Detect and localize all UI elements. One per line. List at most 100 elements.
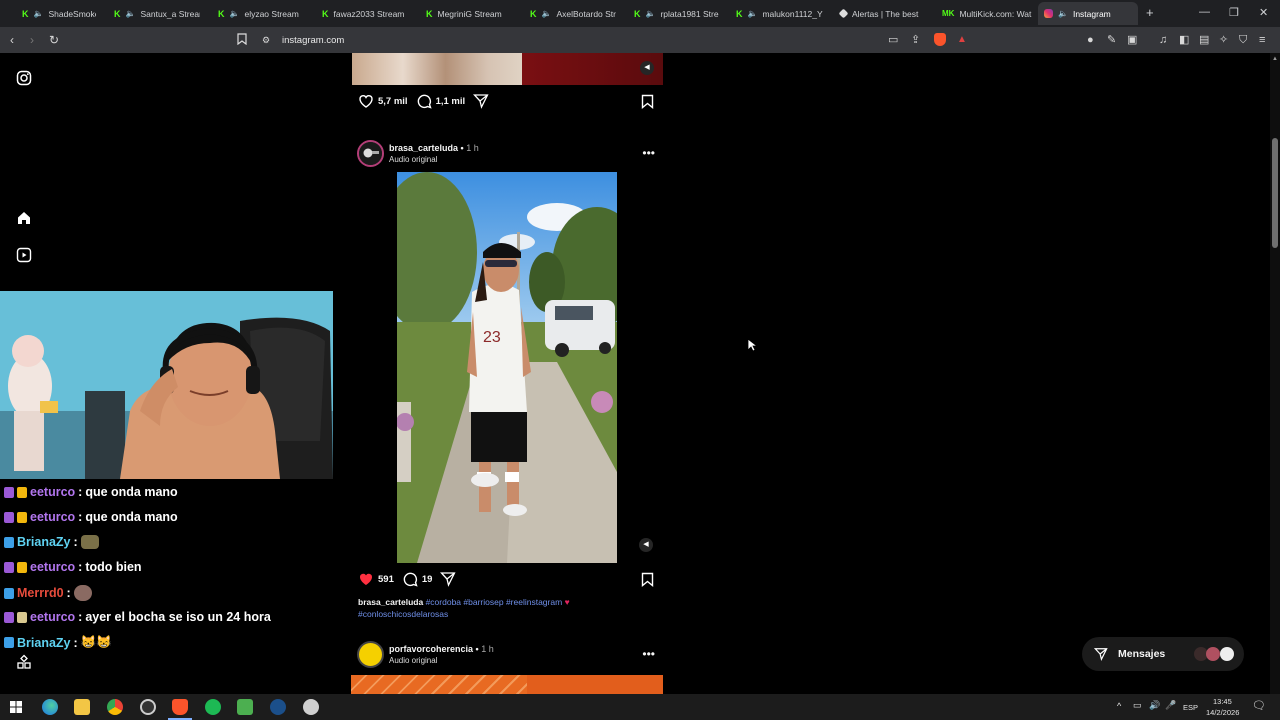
leo-ai-icon[interactable]: ✧ [1219,33,1228,47]
vpn-icon[interactable]: ⛉ [1239,33,1247,47]
chrome-icon[interactable] [107,699,123,715]
volume-icon[interactable]: 🔊 [1149,700,1160,711]
messages-button[interactable]: Mensajes [1082,637,1244,671]
clock-time[interactable]: 13:45 [1213,697,1232,706]
bookmark-page-icon[interactable] [237,33,247,48]
extensions-icon[interactable]: ✎ [1107,33,1116,47]
kick-icon: K [634,8,641,19]
browser-tab[interactable]: Kfawaz2033 Stream [316,2,408,25]
close-window-button[interactable]: ✕ [1259,6,1268,19]
more-options-icon[interactable]: ••• [642,647,655,661]
chat-username: BrianaZy [17,535,71,549]
save-icon[interactable] [640,94,655,109]
reel-video[interactable]: 23 ◀ [351,172,663,563]
like-icon[interactable] [358,93,374,109]
site-info-icon[interactable]: ⚙ [262,33,270,47]
brave-icon[interactable] [172,699,188,715]
kick-icon: K [426,8,433,19]
address-bar[interactable]: instagram.com [282,35,344,46]
like-count[interactable]: 5,7 mil [378,96,408,107]
liked-heart-icon[interactable] [358,571,374,587]
media-icon[interactable]: ♫ [1159,33,1167,47]
post-audio[interactable]: Audio original [389,155,437,164]
post-username[interactable]: porfavorcoherencia [389,644,473,654]
cast-icon[interactable]: ▭ [888,33,898,47]
svg-text:23: 23 [483,329,501,346]
language-indicator[interactable]: ESP [1183,703,1198,712]
browser-tab[interactable]: MK MultiKick.com: Wat [936,2,1034,25]
hashtag[interactable]: #barriosep [463,597,503,607]
browser-tab[interactable]: K 🔈 rplata1981 Stre [628,2,722,25]
spreadsheet-icon[interactable] [237,699,253,715]
like-count[interactable]: 591 [378,574,394,585]
browser-tab[interactable]: K 🔈 AxelBotardo Str [524,2,616,25]
post-username[interactable]: brasa_carteluda [389,143,458,153]
forward-icon[interactable]: › [30,33,34,47]
prime-badge-icon [4,587,14,599]
obs-icon[interactable] [303,699,319,715]
audio-icon[interactable]: ◀ [640,61,654,75]
screenshot-icon[interactable]: ▣ [1127,33,1137,47]
more-options-icon[interactable]: ••• [642,146,655,160]
notifications-icon[interactable]: 🗨 [1252,699,1266,712]
file-explorer-icon[interactable] [74,699,90,715]
extension-color-icon[interactable]: ● [1087,33,1094,47]
minimize-button[interactable]: — [1199,6,1210,18]
sidebar-icon[interactable]: ◧ [1179,33,1189,47]
chat-username: BrianaZy [17,635,71,650]
browser-tab[interactable]: K MegriniG Stream [420,2,516,25]
browser-tab-active[interactable]: 🔈Instagram✕ [1038,2,1138,25]
comment-icon[interactable] [402,571,418,587]
reels-icon[interactable] [16,247,32,263]
wallet-icon[interactable]: ▤ [1199,33,1209,47]
next-post-media[interactable] [351,675,663,694]
comment-icon[interactable] [416,93,432,109]
browser-tab[interactable]: K 🔈 malukon1112_Y [730,2,824,25]
tray-overflow-icon[interactable]: ^ [1117,701,1121,711]
windows-start-icon[interactable] [8,699,24,715]
previous-post-media[interactable] [352,53,522,85]
browser-tab[interactable]: K 🔈 Santux_a Stream [108,2,200,25]
mute-icon[interactable]: ◀ [639,538,653,552]
scrollbar-thumb[interactable] [1272,138,1278,248]
crown-badge-icon [17,511,27,523]
post-audio[interactable]: Audio original [389,656,437,665]
subscriber-badge-icon [4,486,14,498]
new-tab-button[interactable]: + [1146,5,1154,20]
browser-tab[interactable]: K 🔈 elyzao Stream [212,2,304,25]
browser-tab[interactable]: Alertas | The best [834,2,932,25]
app-icon[interactable] [140,699,156,715]
save-icon[interactable] [640,572,655,587]
avatar[interactable] [357,140,384,167]
share-post-icon[interactable] [473,93,489,109]
browser-tab[interactable]: K🔈ShadeSmokes4 [16,2,96,25]
home-icon[interactable] [16,210,32,226]
share-icon[interactable]: ⇪ [911,33,920,47]
microphone-icon[interactable]: 🎤 [1165,700,1176,711]
menu-icon[interactable]: ≡ [1259,33,1265,47]
instagram-logo-icon[interactable] [16,70,32,86]
spotify-icon[interactable] [205,699,221,715]
brave-rewards-icon[interactable]: ▲ [957,33,967,47]
comment-count[interactable]: 1,1 mil [436,96,466,107]
subscriber-badge-icon [4,561,14,573]
comment-count[interactable]: 19 [422,574,433,585]
reload-icon[interactable]: ↻ [49,33,59,47]
hashtag[interactable]: #cordoba [426,597,461,607]
hashtag[interactable]: #conloschicosdelarosas [358,609,448,619]
restore-button[interactable]: ❐ [1229,6,1239,19]
post-time[interactable]: 1 h [466,143,479,153]
steam-icon[interactable] [270,699,286,715]
caption-username[interactable]: brasa_carteluda [358,597,423,607]
share-post-icon[interactable] [440,571,456,587]
post-time[interactable]: 1 h [481,644,494,654]
scroll-up-icon[interactable]: ▲ [1272,56,1278,62]
hashtag[interactable]: #reelinstagram [506,597,562,607]
avatar[interactable] [357,641,384,668]
network-icon[interactable]: ▭ [1133,700,1142,711]
back-icon[interactable]: ‹ [10,33,14,47]
clock-date[interactable]: 14/2/2026 [1206,708,1239,717]
instagram-icon [1044,9,1053,18]
edge-icon[interactable] [42,699,58,715]
brave-shields-icon[interactable] [934,33,946,46]
